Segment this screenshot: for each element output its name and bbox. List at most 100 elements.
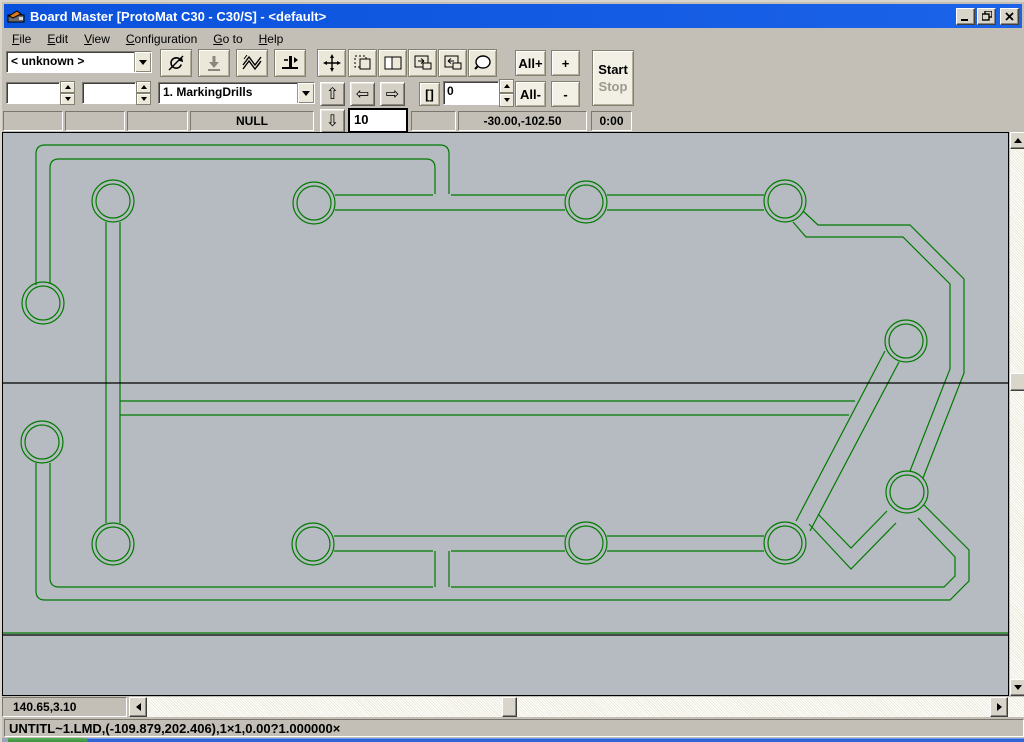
spin-field-1[interactable] <box>6 82 60 104</box>
spin-down-icon[interactable] <box>60 93 75 105</box>
all-minus-button[interactable]: All- <box>515 81 546 107</box>
all-plus-button[interactable]: All+ <box>515 50 546 76</box>
select-copy-button[interactable] <box>348 49 377 77</box>
cursor-coordinates-panel: 140.65,3.10 <box>2 697 127 717</box>
restore-button[interactable] <box>977 8 996 25</box>
scroll-down-button[interactable] <box>1010 679 1024 696</box>
zoom-preview-button[interactable] <box>468 49 497 77</box>
pad <box>565 181 607 223</box>
jog-up-button[interactable]: ⇧ <box>320 82 345 106</box>
pad <box>96 184 130 218</box>
close-button[interactable] <box>1000 8 1019 25</box>
download-icon <box>205 54 223 72</box>
horizontal-scrollbar[interactable] <box>129 697 1024 717</box>
taskbar-highlight <box>2 738 1024 739</box>
plus-button[interactable]: + <box>551 50 580 76</box>
jog-down-button[interactable]: ⇩ <box>320 109 345 133</box>
pad <box>768 184 802 218</box>
chevron-down-icon[interactable] <box>297 83 314 103</box>
head-combo[interactable]: < unknown > <box>6 51 152 73</box>
horizontal-scroll-thumb[interactable] <box>502 697 517 717</box>
pad <box>764 522 806 564</box>
app-window: Board Master [ProtoMat C30 - C30/S] - <d… <box>0 0 1024 742</box>
vertical-scroll-thumb[interactable] <box>1010 373 1024 391</box>
pad <box>569 526 603 560</box>
value-field-text: 0 <box>447 84 454 98</box>
jog-right-button[interactable]: ⇨ <box>380 82 405 106</box>
start-stop-button[interactable]: Start Stop <box>592 50 634 106</box>
tool-exchange-button[interactable] <box>274 49 306 77</box>
pcb-svg <box>3 133 1008 695</box>
menu-file[interactable]: File <box>4 30 39 48</box>
trace <box>435 551 449 587</box>
move-icon <box>323 54 341 72</box>
move-button[interactable] <box>317 49 346 77</box>
trace <box>810 362 899 531</box>
scroll-down-icon <box>1014 685 1022 690</box>
right-arrow-icon: ⇨ <box>386 84 399 104</box>
spin-field-2-spinner[interactable] <box>136 81 151 105</box>
spin-field-2[interactable] <box>82 82 136 104</box>
pad <box>565 522 607 564</box>
pad <box>885 320 927 362</box>
step-field[interactable]: 10 <box>348 108 408 133</box>
taskbar-start-button-edge[interactable] <box>8 738 88 742</box>
menu-bar: File Edit View Configuration Go to Help <box>4 29 1022 48</box>
pad <box>764 180 806 222</box>
pad <box>92 180 134 222</box>
title-bar: Board Master [ProtoMat C30 - C30/S] - <d… <box>4 4 1022 28</box>
pcb-canvas[interactable] <box>2 132 1009 696</box>
tool-exchange-icon <box>280 54 300 72</box>
spin-up-icon[interactable] <box>60 81 75 93</box>
menu-view[interactable]: View <box>76 30 118 48</box>
pad <box>569 185 603 219</box>
cursor-coordinates: 140.65,3.10 <box>13 700 76 714</box>
taskbar-strip <box>2 738 1024 742</box>
restore-icon <box>982 11 992 21</box>
menu-edit[interactable]: Edit <box>39 30 76 48</box>
value-field[interactable]: 0 <box>443 81 499 105</box>
position-cell: -30.00,-102.50 <box>458 111 587 131</box>
status-bar: UNTITL~1.LMD,(-109.879,202.406),1×1,0.00… <box>2 718 1024 738</box>
phase-combo[interactable]: 1. MarkingDrills <box>158 82 315 104</box>
scroll-right-button[interactable] <box>990 697 1008 717</box>
position-text: -30.00,-102.50 <box>483 114 561 128</box>
trace <box>50 463 955 587</box>
minimize-button[interactable] <box>956 8 975 25</box>
menu-help[interactable]: Help <box>251 30 292 48</box>
value-spinner[interactable] <box>499 79 514 107</box>
rotate-button[interactable] <box>160 49 192 77</box>
minimize-icon <box>961 12 970 21</box>
chevron-down-icon[interactable] <box>134 52 151 72</box>
stop-label: Stop <box>599 78 628 95</box>
board-front-button[interactable] <box>438 49 467 77</box>
board-back-button[interactable] <box>408 49 437 77</box>
bracket-button[interactable]: [] <box>419 82 440 106</box>
board-front-icon <box>444 55 462 71</box>
spin-field-1-spinner[interactable] <box>60 81 75 105</box>
board-back-icon <box>414 55 432 71</box>
spin-up-icon[interactable] <box>136 81 151 93</box>
left-arrow-icon: ⇦ <box>356 84 369 104</box>
spin-down-icon[interactable] <box>499 93 514 107</box>
scroll-left-button[interactable] <box>129 697 147 717</box>
head-combo-value: < unknown > <box>7 52 134 72</box>
rubout-icon <box>242 55 262 71</box>
menu-configuration[interactable]: Configuration <box>118 30 205 48</box>
pad <box>293 182 335 224</box>
pad <box>96 527 130 561</box>
menu-go-to[interactable]: Go to <box>205 30 250 48</box>
pad <box>92 523 134 565</box>
download-button[interactable] <box>198 49 230 77</box>
vertical-scrollbar[interactable] <box>1010 132 1024 696</box>
spin-up-icon[interactable] <box>499 79 514 93</box>
spin-down-icon[interactable] <box>136 93 151 105</box>
scroll-right-icon <box>997 703 1002 711</box>
status-cell-2 <box>65 111 125 131</box>
duplicate-button[interactable] <box>378 49 407 77</box>
minus-button[interactable]: - <box>551 81 580 107</box>
rubout-button[interactable] <box>236 49 268 77</box>
scroll-up-button[interactable] <box>1010 132 1024 149</box>
zoom-icon <box>474 55 492 71</box>
jog-left-button[interactable]: ⇦ <box>350 82 375 106</box>
